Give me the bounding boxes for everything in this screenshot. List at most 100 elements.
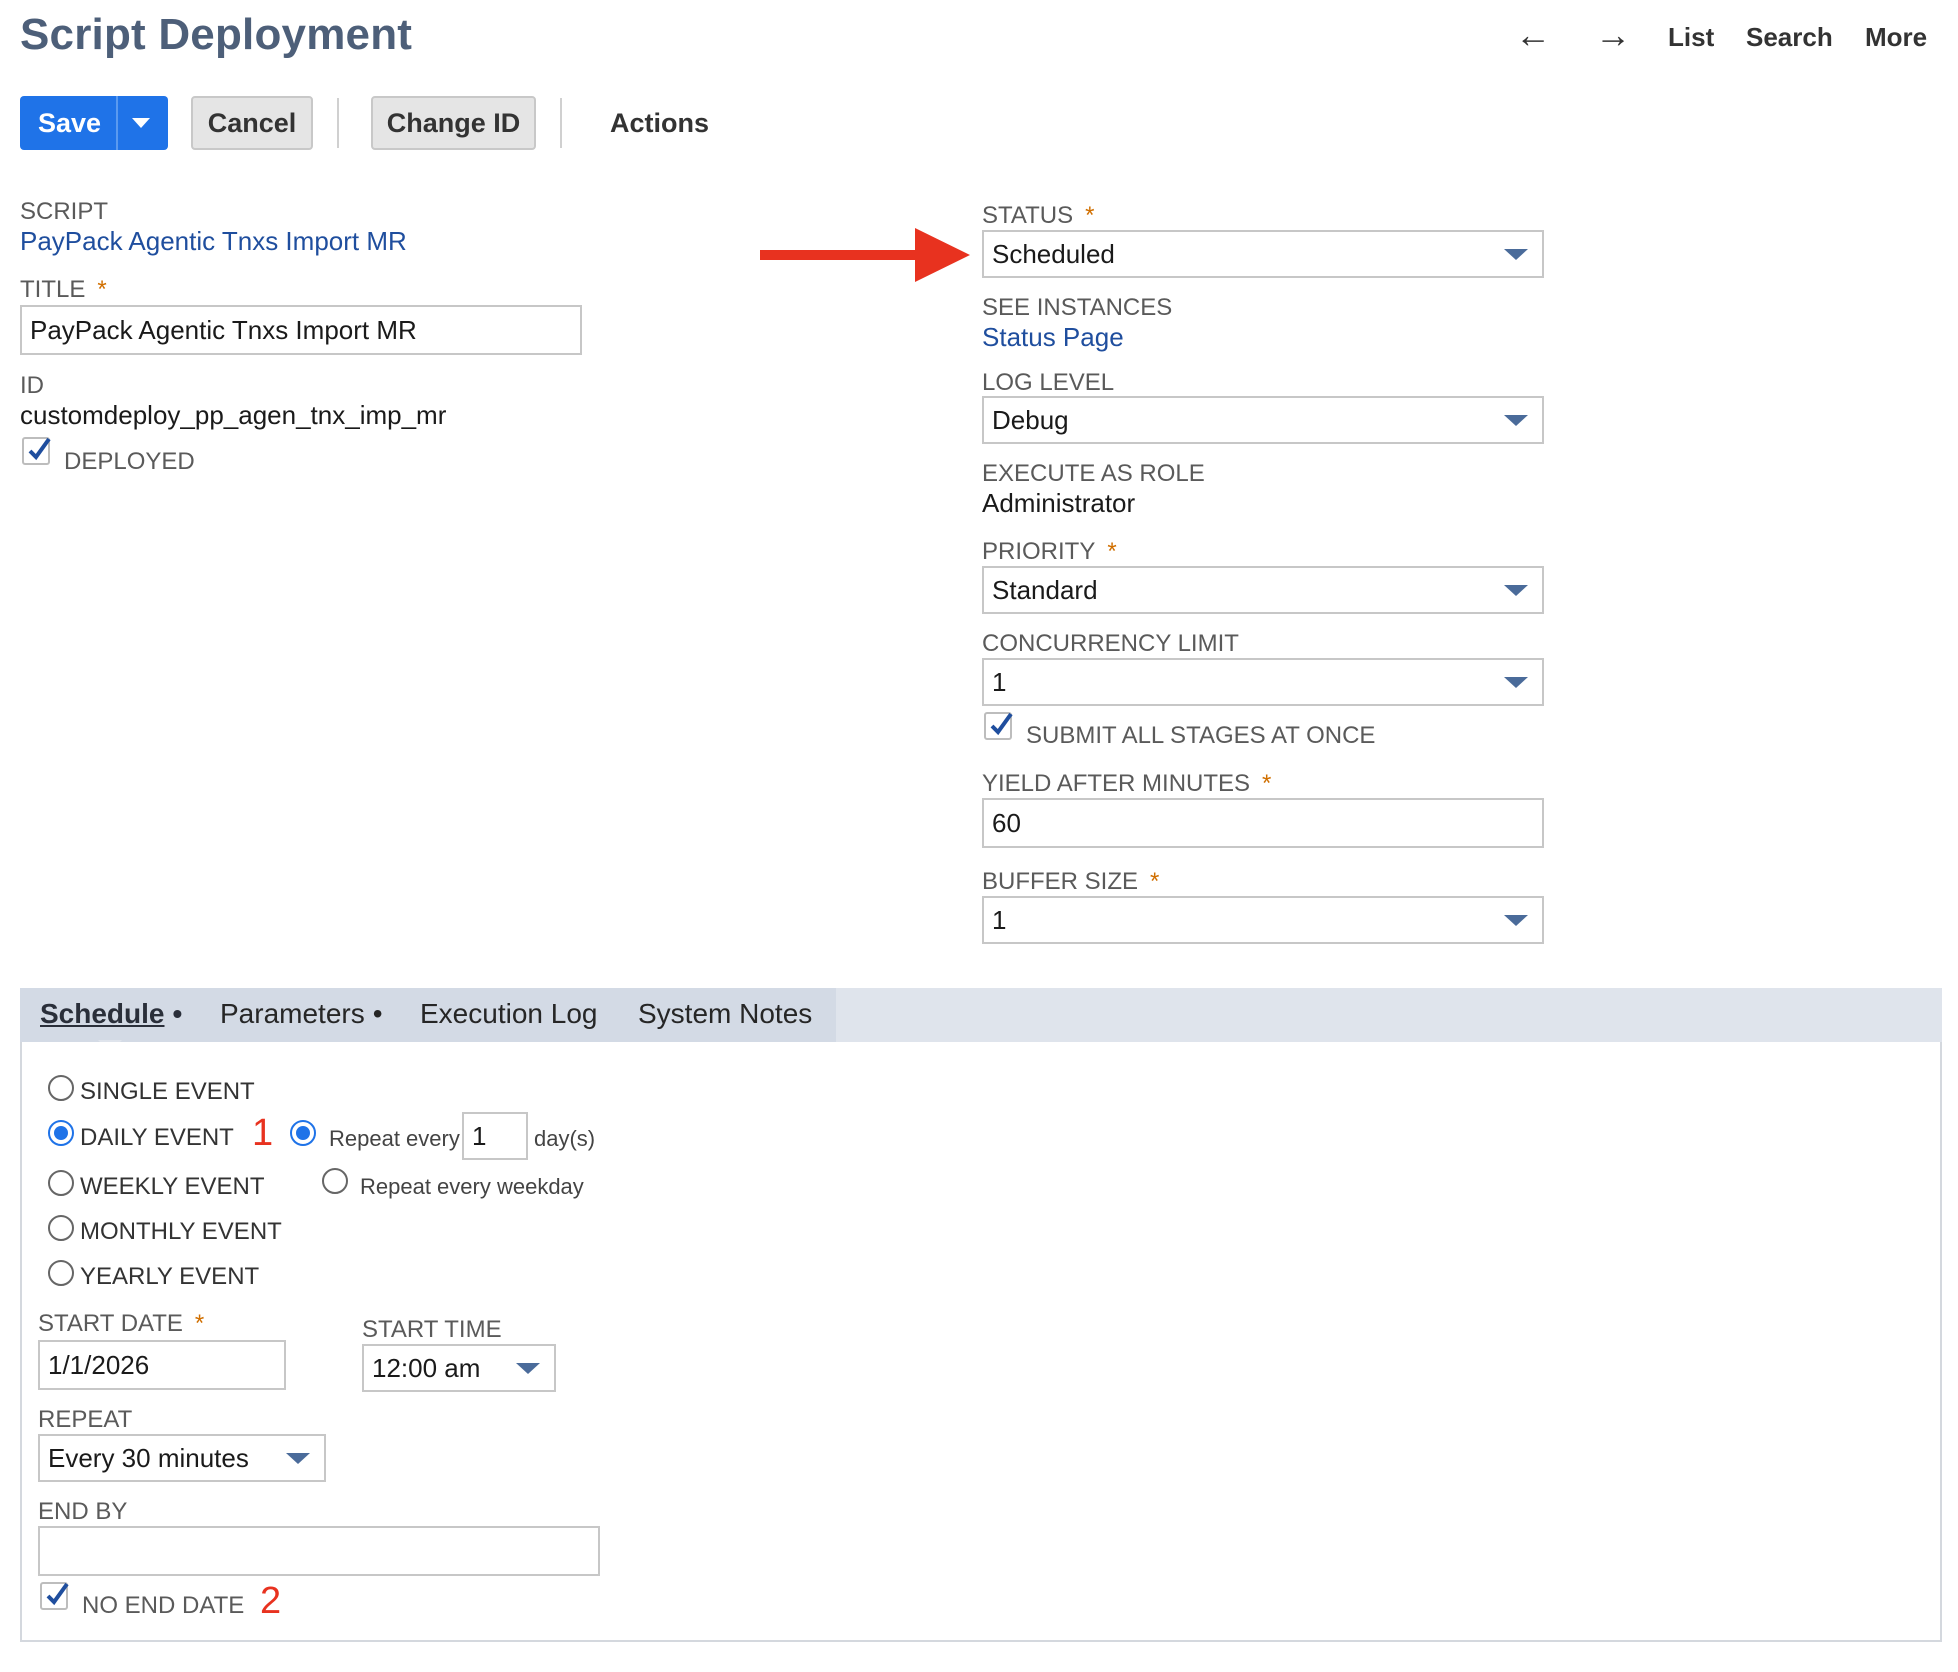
weekly-event-label: WEEKLY EVENT [80, 1173, 265, 1200]
submit-all-stages-checkbox[interactable] [984, 712, 1013, 740]
repeat-every-radio[interactable] [290, 1120, 316, 1146]
yearly-event-radio[interactable] [48, 1260, 74, 1286]
repeat-label: REPEAT [38, 1406, 133, 1433]
execute-as-role-label: EXECUTE AS ROLE [982, 460, 1205, 487]
tab-parameters[interactable]: Parameters • [220, 998, 383, 1030]
start-time-select[interactable]: 12:00 am [362, 1344, 556, 1392]
log-level-value: Debug [992, 404, 1069, 435]
nav-search-link[interactable]: Search [1746, 22, 1833, 53]
tab-execution-log[interactable]: Execution Log [420, 998, 597, 1030]
buffer-label-text: BUFFER SIZE [982, 868, 1139, 895]
start-date-label-text: START DATE [38, 1310, 183, 1337]
repeat-weekday-label: Repeat every weekday [360, 1174, 584, 1199]
no-end-date-checkbox[interactable] [40, 1582, 69, 1610]
repeat-every-label: Repeat every [329, 1126, 460, 1151]
script-link[interactable]: PayPack Agentic Tnxs Import MR [20, 226, 407, 257]
tab-schedule[interactable]: Schedule • [40, 998, 182, 1030]
priority-label-text: PRIORITY [982, 538, 1096, 565]
daily-event-label: DAILY EVENT [80, 1124, 234, 1151]
status-select[interactable]: Scheduled [982, 230, 1544, 278]
checkmark-icon [990, 712, 1013, 736]
required-marker: * [97, 276, 107, 303]
annotation-arrow-icon [760, 228, 970, 282]
title-label: TITLE * [20, 276, 107, 304]
chevron-down-icon[interactable] [132, 118, 150, 128]
checkmark-icon [28, 437, 51, 461]
tab-system-notes[interactable]: System Notes [638, 998, 812, 1030]
chevron-down-icon[interactable] [1504, 915, 1528, 926]
required-marker: * [194, 1310, 205, 1337]
execute-as-role-value: Administrator [982, 488, 1136, 518]
nav-list-link[interactable]: List [1668, 22, 1714, 53]
status-page-link[interactable]: Status Page [982, 322, 1124, 353]
chevron-down-icon[interactable] [286, 1453, 310, 1464]
nav-more-link[interactable]: More [1865, 22, 1927, 53]
tab-schedule-dot: • [172, 998, 183, 1029]
daily-event-radio[interactable] [48, 1120, 74, 1146]
submit-all-stages-label: SUBMIT ALL STAGES AT ONCE [1026, 722, 1376, 749]
annotation-mark-2: 2 [260, 1580, 282, 1622]
required-marker: * [1085, 202, 1095, 229]
end-by-input[interactable] [38, 1526, 600, 1576]
single-event-radio[interactable] [48, 1075, 74, 1101]
no-end-date-label: NO END DATE [82, 1592, 245, 1619]
id-label: ID [20, 372, 44, 399]
concurrency-limit-select[interactable]: 1 [982, 658, 1544, 706]
repeat-weekday-radio[interactable] [322, 1168, 348, 1194]
actions-menu[interactable]: Actions [610, 108, 709, 139]
tab-parameters-label: Parameters [220, 998, 365, 1029]
priority-select[interactable]: Standard [982, 566, 1544, 614]
concurrency-limit-value: 1 [992, 666, 1007, 697]
deployed-label: DEPLOYED [64, 448, 195, 475]
page-title: Script Deployment [20, 10, 413, 59]
start-time-value: 12:00 am [372, 1352, 481, 1383]
concurrency-limit-label: CONCURRENCY LIMIT [982, 630, 1239, 657]
buffer-size-select[interactable]: 1 [982, 896, 1544, 944]
toolbar-divider [560, 98, 562, 148]
buffer-size-value: 1 [992, 904, 1007, 935]
log-level-label: LOG LEVEL [982, 369, 1115, 396]
end-by-label: END BY [38, 1498, 128, 1525]
save-button[interactable]: Save [20, 96, 168, 150]
back-arrow-icon[interactable]: ← [1515, 14, 1551, 56]
script-label: SCRIPT [20, 198, 109, 225]
status-select-value: Scheduled [992, 238, 1115, 269]
repeat-value: Every 30 minutes [48, 1442, 249, 1473]
chevron-down-icon[interactable] [1504, 249, 1528, 260]
priority-value: Standard [992, 574, 1098, 605]
repeat-every-days-input[interactable]: 1 [462, 1112, 528, 1160]
buffer-size-label: BUFFER SIZE * [982, 868, 1159, 896]
change-id-button[interactable]: Change ID [371, 96, 536, 150]
start-date-input[interactable]: 1/1/2026 [38, 1340, 286, 1390]
start-time-label: START TIME [362, 1316, 502, 1343]
yield-after-minutes-label: YIELD AFTER MINUTES * [982, 770, 1271, 798]
chevron-down-icon[interactable] [516, 1363, 540, 1374]
status-label: STATUS * [982, 202, 1094, 230]
weekly-event-radio[interactable] [48, 1170, 74, 1196]
required-marker: * [1262, 770, 1272, 797]
chevron-down-icon[interactable] [1504, 677, 1528, 688]
forward-arrow-icon[interactable]: → [1595, 14, 1631, 56]
log-level-select[interactable]: Debug [982, 396, 1544, 444]
title-label-text: TITLE [20, 276, 86, 303]
required-marker: * [1150, 868, 1160, 895]
yearly-event-label: YEARLY EVENT [80, 1263, 260, 1290]
title-input[interactable]: PayPack Agentic Tnxs Import MR [20, 305, 582, 355]
repeat-select[interactable]: Every 30 minutes [38, 1434, 326, 1482]
toolbar-divider [337, 98, 339, 148]
chevron-down-icon[interactable] [1504, 585, 1528, 596]
required-marker: * [1107, 538, 1117, 565]
deployed-checkbox[interactable] [22, 437, 51, 465]
status-label-text: STATUS [982, 202, 1074, 229]
script-deployment-page: Script Deployment ← → List Search More S… [0, 0, 1958, 1672]
yield-after-minutes-input[interactable]: 60 [982, 798, 1544, 848]
cancel-button[interactable]: Cancel [191, 96, 313, 150]
monthly-event-radio[interactable] [48, 1215, 74, 1241]
checkmark-icon [46, 1582, 69, 1606]
chevron-down-icon[interactable] [1504, 415, 1528, 426]
tab-parameters-dot: • [372, 998, 383, 1029]
save-split-divider [116, 96, 118, 150]
days-unit-label: day(s) [534, 1126, 596, 1151]
start-date-label: START DATE * [38, 1310, 204, 1338]
see-instances-label: SEE INSTANCES [982, 294, 1173, 321]
